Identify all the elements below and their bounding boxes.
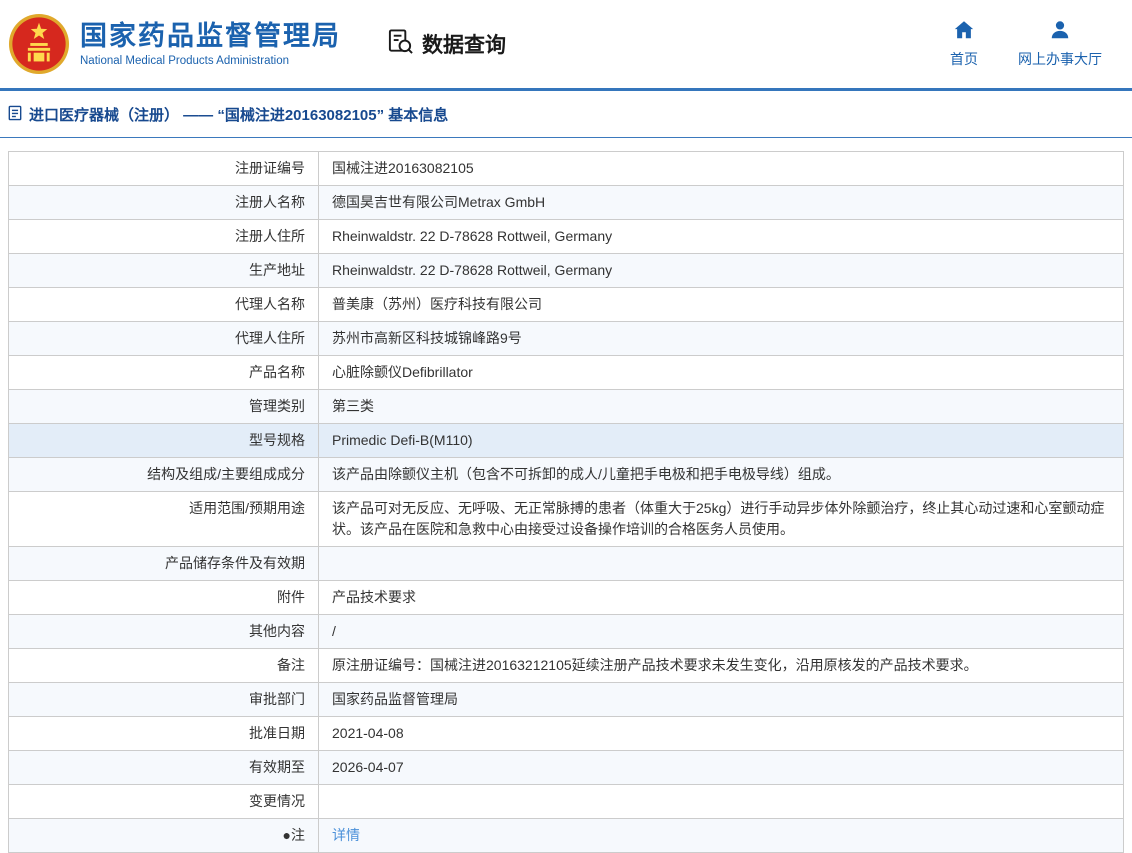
row-value: 国家药品监督管理局 — [319, 683, 1123, 716]
table-row: 批准日期2021-04-08 — [9, 717, 1123, 751]
row-label: 代理人名称 — [9, 288, 319, 321]
row-value: 2026-04-07 — [319, 751, 1123, 784]
detail-link[interactable]: 详情 — [332, 827, 360, 843]
row-label: 变更情况 — [9, 785, 319, 818]
registration-info-table: 注册证编号国械注进20163082105注册人名称德国昊吉世有限公司Metrax… — [8, 151, 1124, 853]
row-label: 其他内容 — [9, 615, 319, 648]
table-row: 管理类别第三类 — [9, 390, 1123, 424]
home-icon — [953, 19, 975, 44]
row-label: 审批部门 — [9, 683, 319, 716]
row-value: / — [319, 615, 1123, 648]
table-row: 适用范围/预期用途该产品可对无反应、无呼吸、无正常脉搏的患者（体重大于25kg）… — [9, 492, 1123, 547]
nav-service-hall[interactable]: 网上办事大厅 — [1018, 19, 1102, 69]
table-row: 变更情况 — [9, 785, 1123, 819]
row-value: 该产品可对无反应、无呼吸、无正常脉搏的患者（体重大于25kg）进行手动异步体外除… — [319, 492, 1123, 546]
table-row: 有效期至2026-04-07 — [9, 751, 1123, 785]
org-name: 国家药品监督管理局 — [80, 21, 341, 52]
data-query-label: 数据查询 — [422, 29, 506, 59]
row-value: Rheinwaldstr. 22 D-78628 Rottweil, Germa… — [319, 254, 1123, 287]
row-value: Rheinwaldstr. 22 D-78628 Rottweil, Germa… — [319, 220, 1123, 253]
row-value: 第三类 — [319, 390, 1123, 423]
row-value — [319, 547, 1123, 580]
row-value: 德国昊吉世有限公司Metrax GmbH — [319, 186, 1123, 219]
table-row: 审批部门国家药品监督管理局 — [9, 683, 1123, 717]
table-row: 注册证编号国械注进20163082105 — [9, 152, 1123, 186]
table-row: ●注详情 — [9, 819, 1123, 852]
table-row: 其他内容/ — [9, 615, 1123, 649]
data-query-heading: 数据查询 — [387, 28, 506, 61]
table-row: 型号规格Primedic Defi-B(M110) — [9, 424, 1123, 458]
breadcrumb-text: 进口医疗器械（注册） —— “国械注进20163082105” 基本信息 — [29, 104, 448, 125]
table-row: 代理人住所苏州市高新区科技城锦峰路9号 — [9, 322, 1123, 356]
row-label: 管理类别 — [9, 390, 319, 423]
row-label: 产品名称 — [9, 356, 319, 389]
brand-text: 国家药品监督管理局 National Medical Products Admi… — [80, 21, 341, 67]
row-label: ●注 — [9, 819, 319, 852]
row-value: Primedic Defi-B(M110) — [319, 424, 1123, 457]
row-value: 苏州市高新区科技城锦峰路9号 — [319, 322, 1123, 355]
row-value: 2021-04-08 — [319, 717, 1123, 750]
row-label: 注册证编号 — [9, 152, 319, 185]
row-label: 生产地址 — [9, 254, 319, 287]
row-label: 适用范围/预期用途 — [9, 492, 319, 546]
row-value: 该产品由除颤仪主机（包含不可拆卸的成人/儿童把手电极和把手电极导线）组成。 — [319, 458, 1123, 491]
brand: 国家药品监督管理局 National Medical Products Admi… — [8, 13, 341, 75]
nav-home[interactable]: 首页 — [950, 19, 978, 69]
site-header: 国家药品监督管理局 National Medical Products Admi… — [0, 0, 1132, 88]
row-label: 结构及组成/主要组成成分 — [9, 458, 319, 491]
table-row: 注册人名称德国昊吉世有限公司Metrax GmbH — [9, 186, 1123, 220]
table-row: 结构及组成/主要组成成分该产品由除颤仪主机（包含不可拆卸的成人/儿童把手电极和把… — [9, 458, 1123, 492]
row-value: 产品技术要求 — [319, 581, 1123, 614]
table-row: 注册人住所Rheinwaldstr. 22 D-78628 Rottweil, … — [9, 220, 1123, 254]
table-row: 生产地址Rheinwaldstr. 22 D-78628 Rottweil, G… — [9, 254, 1123, 288]
row-label: 附件 — [9, 581, 319, 614]
row-value: 国械注进20163082105 — [319, 152, 1123, 185]
table-row: 备注原注册证编号：国械注进20163212105延续注册产品技术要求未发生变化，… — [9, 649, 1123, 683]
row-label: 代理人住所 — [9, 322, 319, 355]
row-label: 产品储存条件及有效期 — [9, 547, 319, 580]
row-value: 详情 — [319, 819, 1123, 852]
row-label: 注册人住所 — [9, 220, 319, 253]
document-icon — [8, 105, 22, 125]
row-label: 有效期至 — [9, 751, 319, 784]
nav-service-hall-label: 网上办事大厅 — [1018, 49, 1102, 69]
breadcrumb: 进口医疗器械（注册） —— “国械注进20163082105” 基本信息 — [0, 91, 1132, 138]
nav-home-label: 首页 — [950, 49, 978, 69]
person-icon — [1049, 19, 1071, 44]
row-label: 型号规格 — [9, 424, 319, 457]
org-name-en: National Medical Products Administration — [80, 55, 341, 67]
row-label: 批准日期 — [9, 717, 319, 750]
table-row: 附件产品技术要求 — [9, 581, 1123, 615]
row-label: 备注 — [9, 649, 319, 682]
national-emblem-logo — [8, 13, 70, 75]
data-query-icon — [387, 28, 414, 61]
row-label: 注册人名称 — [9, 186, 319, 219]
row-value — [319, 785, 1123, 818]
row-value: 普美康（苏州）医疗科技有限公司 — [319, 288, 1123, 321]
row-value: 心脏除颤仪Defibrillator — [319, 356, 1123, 389]
table-row: 产品名称心脏除颤仪Defibrillator — [9, 356, 1123, 390]
top-nav: 首页 网上办事大厅 — [950, 19, 1102, 69]
row-value: 原注册证编号：国械注进20163212105延续注册产品技术要求未发生变化，沿用… — [319, 649, 1123, 682]
table-row: 代理人名称普美康（苏州）医疗科技有限公司 — [9, 288, 1123, 322]
table-row: 产品储存条件及有效期 — [9, 547, 1123, 581]
